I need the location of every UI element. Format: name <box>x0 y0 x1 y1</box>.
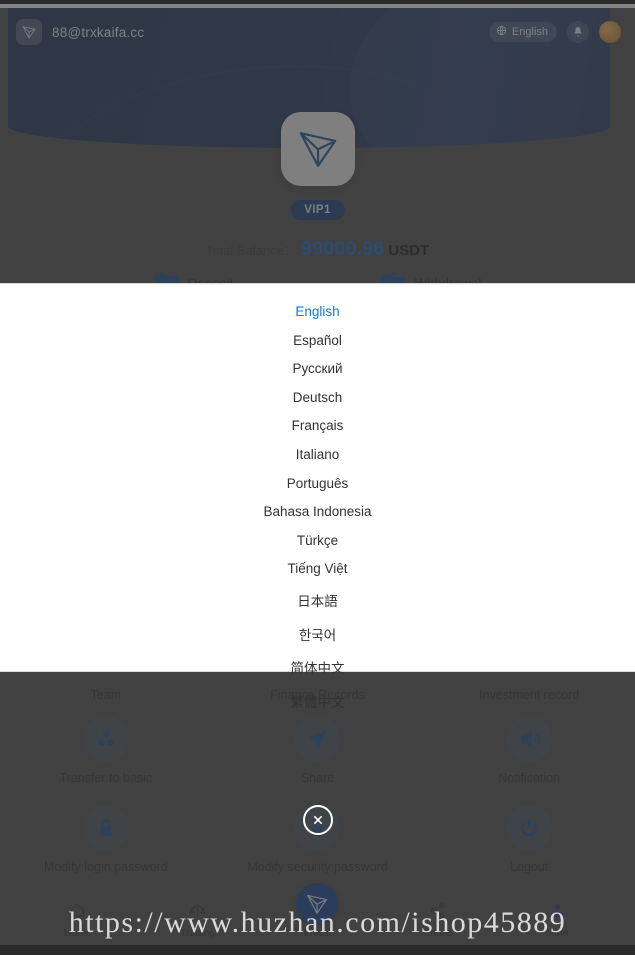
balance-currency: USDT <box>388 242 430 259</box>
tab-label: Trading <box>180 927 216 939</box>
language-switcher-button[interactable]: English <box>488 22 557 42</box>
feature-logout[interactable]: Logout <box>423 795 635 880</box>
feature-share[interactable]: Share <box>212 706 424 791</box>
feature-label: Modify login password <box>43 860 168 874</box>
header-user-block[interactable]: 88@trxkaifa.cc <box>16 19 144 45</box>
feature-label: Transfer to basic <box>59 771 153 785</box>
language-option-simplified-chinese[interactable]: 简体中文 <box>0 650 635 684</box>
tab-home[interactable]: Home <box>18 902 138 939</box>
language-option-english[interactable]: English <box>0 297 635 326</box>
tab-label: Mine <box>545 927 569 939</box>
share-send-icon <box>294 716 341 762</box>
globe-icon <box>496 25 507 39</box>
top-dark-strip <box>0 0 635 4</box>
feature-label: Notification <box>498 771 561 785</box>
user-avatar[interactable] <box>599 21 621 43</box>
language-option-francais[interactable]: Français <box>0 411 635 440</box>
feature-label: Logout <box>510 860 549 874</box>
balance-label: Total Balance： <box>205 243 297 258</box>
language-pill-label: English <box>511 25 548 38</box>
tab-label: Share <box>423 927 452 939</box>
balance-value: 99000.96 <box>300 238 385 260</box>
tab-label: Home <box>63 927 92 939</box>
close-circle-icon[interactable] <box>302 805 333 835</box>
language-option-traditional-chinese[interactable]: 繁體中文 <box>0 684 635 718</box>
tron-logo-icon <box>16 19 42 45</box>
language-option-espanol[interactable]: Español <box>0 326 635 355</box>
language-option-portugues[interactable]: Português <box>0 469 635 498</box>
transfer-icon <box>82 716 129 762</box>
language-option-italiano[interactable]: Italiano <box>0 440 635 469</box>
feature-transfer-to-basic[interactable]: Transfer to basic <box>0 706 212 791</box>
bell-icon[interactable] <box>567 21 589 43</box>
language-option-turkce[interactable]: Türkçe <box>0 526 635 555</box>
tron-logo-card <box>280 112 355 186</box>
header-actions: English <box>488 21 621 43</box>
power-icon <box>506 805 553 851</box>
feature-label: Share <box>300 771 335 785</box>
app-root: 88@trxkaifa.cc English VIP1 Total Balanc… <box>0 0 635 955</box>
tab-mine[interactable]: Mine <box>497 902 617 939</box>
page-header: 88@trxkaifa.cc English <box>0 8 635 56</box>
language-picker-sheet: English Español Русский Deutsch Français… <box>0 283 635 710</box>
person-icon <box>549 902 566 924</box>
language-option-tieng-viet[interactable]: Tiếng Việt <box>0 554 635 583</box>
trading-icon <box>189 902 206 924</box>
language-option-deutsch[interactable]: Deutsch <box>0 383 635 412</box>
lock-icon <box>82 805 129 851</box>
tab-trading[interactable]: Trading <box>138 902 258 939</box>
language-option-japanese[interactable]: 日本語 <box>0 583 635 617</box>
balance-row: Total Balance： 99000.96 USDT <box>0 238 635 261</box>
tab-share[interactable]: Share <box>377 902 497 939</box>
vip-badge: VIP1 <box>290 200 345 220</box>
tab-label: Invest <box>303 927 332 939</box>
tab-invest[interactable] <box>296 883 339 925</box>
share-node-icon <box>429 902 446 924</box>
bottom-safe-area <box>0 945 635 955</box>
tab-invest-wrap: Invest <box>258 883 378 939</box>
speaker-icon <box>506 716 553 762</box>
language-option-bahasa-indonesia[interactable]: Bahasa Indonesia <box>0 497 635 526</box>
language-option-russian[interactable]: Русский <box>0 354 635 383</box>
feature-modify-login-password[interactable]: Modify login password <box>0 795 212 880</box>
header-username: 88@trxkaifa.cc <box>52 24 145 40</box>
language-option-korean[interactable]: 한국어 <box>0 617 635 651</box>
feature-notification[interactable]: Notification <box>423 706 635 791</box>
bottom-tabbar: Home Trading Invest Share Mine <box>0 883 635 945</box>
home-icon <box>69 902 86 924</box>
feature-label: Modify security password <box>247 860 388 874</box>
